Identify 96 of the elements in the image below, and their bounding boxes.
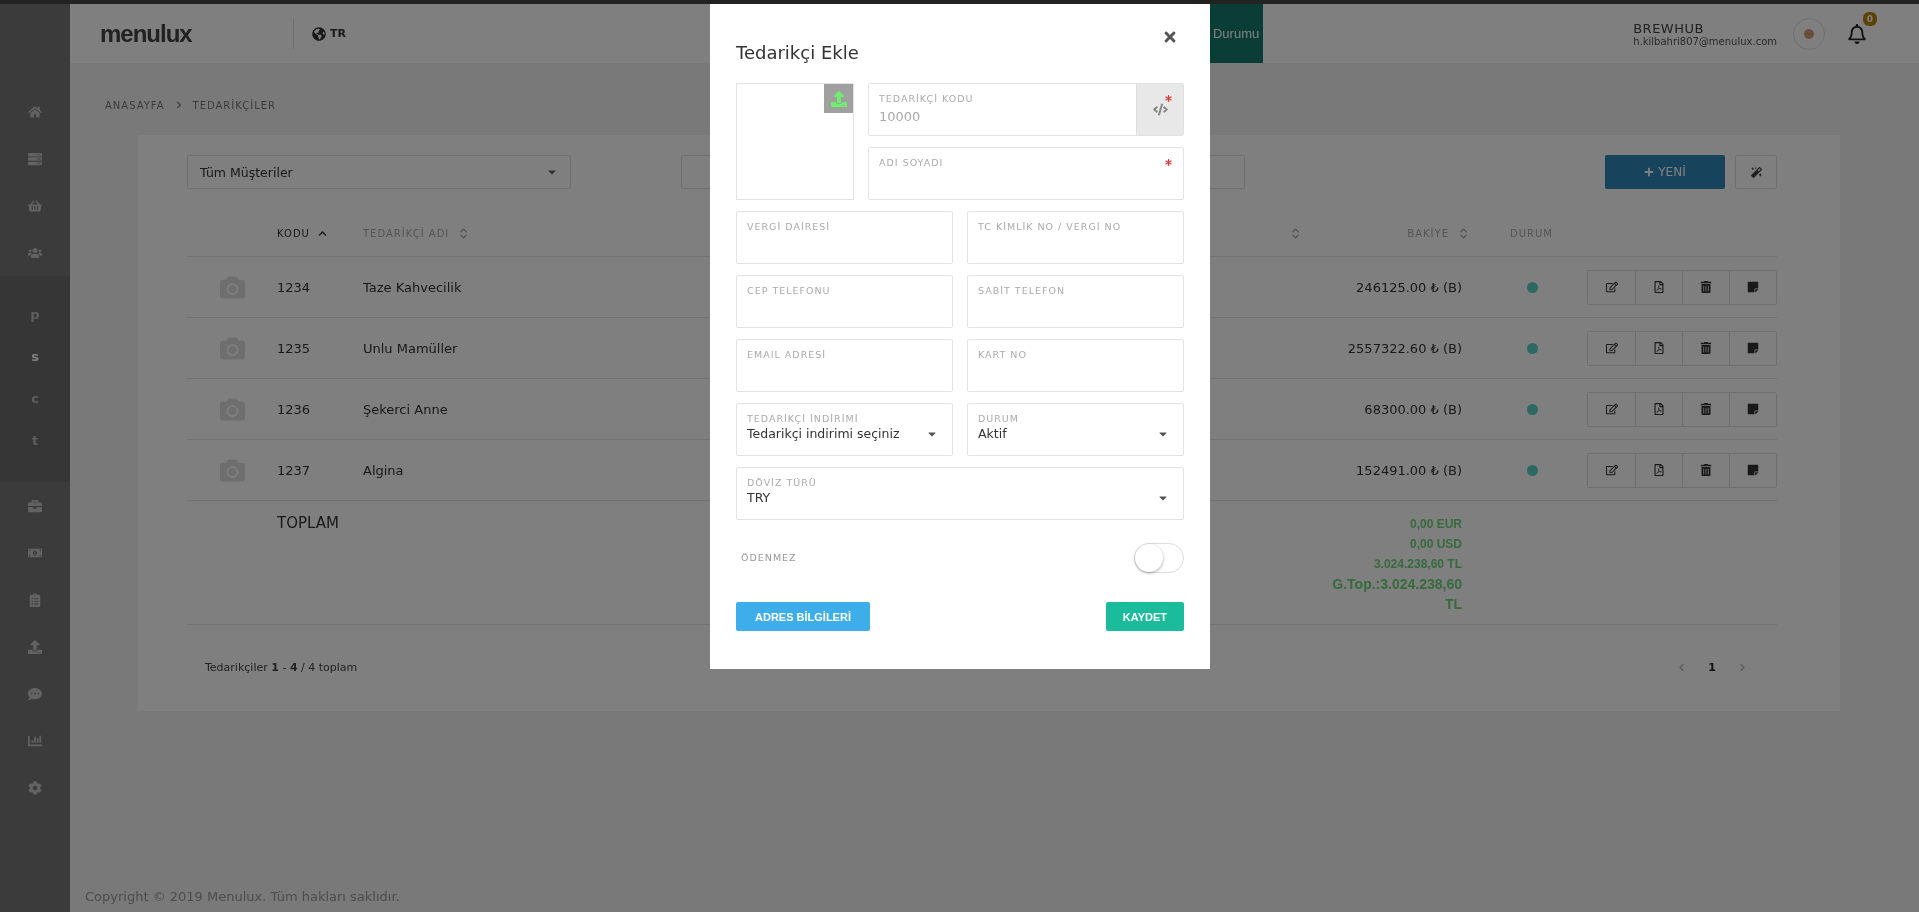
table-cell: Unlu Mamüller (363, 340, 458, 356)
page-number[interactable]: 1 (1708, 660, 1716, 674)
modal-title: Tedarikçi Ekle (736, 42, 859, 63)
generate-code-button[interactable] (1136, 84, 1183, 135)
breadcrumb-link[interactable]: ANASAYFA (105, 99, 165, 111)
field-label: CEP TELEFONU (747, 285, 831, 296)
field-label: SABİT TELEFON (978, 285, 1065, 296)
edit-icon (1605, 464, 1618, 476)
plus-icon (1644, 167, 1655, 177)
table-cell-text: 152491.00 ₺ (B) (1356, 462, 1463, 478)
edit-icon (1605, 342, 1618, 354)
field-label: DURUM (978, 413, 1020, 424)
new-button[interactable]: YENİ (1605, 155, 1725, 189)
asterisk-icon (1165, 159, 1172, 166)
edit-icon (1605, 281, 1618, 293)
table-cell-text: 246125.00 ₺ (B) (1356, 279, 1463, 295)
user-name: BREWHUB (1633, 20, 1705, 36)
input-field[interactable]: EMAIL ADRESİ (736, 339, 953, 392)
close-icon (1162, 29, 1178, 45)
trash-icon (1700, 342, 1712, 354)
asterisk-icon (1165, 95, 1172, 102)
column-header[interactable]: KODU (277, 227, 310, 239)
upload-icon (830, 90, 847, 107)
user-email: h.kilbahri807@menulux.com (1633, 35, 1777, 47)
note-button[interactable] (1729, 270, 1776, 304)
field-label: TEDARİKÇİ İNDİRİMİ (747, 413, 859, 424)
table-cell: Taze Kahvecilik (363, 279, 462, 295)
note-icon (1747, 342, 1759, 354)
sort-up-icon[interactable] (317, 228, 327, 238)
total-label: TOPLAM (277, 514, 340, 532)
notification-badge: 0 (1862, 11, 1877, 26)
pdf-file-icon (1653, 464, 1665, 476)
input-field[interactable]: 10000 (879, 109, 1126, 124)
sidebar-item[interactable]: s (0, 335, 70, 377)
table-cell: 1234 (277, 279, 311, 295)
pdf-file-icon (1653, 403, 1665, 415)
bell-icon[interactable] (1847, 23, 1867, 44)
field-label: ADI SOYADI (879, 157, 944, 168)
next-page-icon[interactable] (1738, 662, 1747, 672)
previous-page-icon[interactable] (1677, 662, 1687, 672)
grand-total: G.Top.:3.024.238,60 TL (1331, 575, 1462, 614)
total-amount: 0,00 USD (1409, 536, 1462, 553)
chevron-right-icon (174, 101, 183, 109)
input-field[interactable]: TC KİMLİK NO / VERGİ NO (967, 211, 1184, 264)
note-icon (1747, 281, 1759, 293)
table-cell: Algina (363, 462, 404, 478)
table-cell: 1236 (277, 401, 311, 417)
input-field[interactable]: SABİT TELEFON (967, 275, 1184, 328)
pdf-file-icon (1653, 342, 1665, 354)
note-button[interactable] (1729, 453, 1776, 487)
note-icon (1747, 464, 1759, 476)
input-field[interactable]: VERGİ DAİRESİ (736, 211, 953, 264)
field-label: VERGİ DAİRESİ (747, 221, 831, 232)
breadcrumb-current: TEDARİKÇİLER (192, 99, 277, 111)
toggle-label: ÖDENMEZ (741, 552, 797, 563)
logo[interactable]: menulux (100, 19, 293, 48)
globe-icon[interactable] (312, 26, 326, 41)
sort-icon[interactable] (1457, 226, 1470, 240)
field-label: EMAIL ADRESİ (747, 349, 827, 360)
select-field[interactable]: DÖVİZ TÜRÜ TRY (736, 467, 1184, 520)
code-icon (1152, 102, 1168, 117)
wand-button[interactable] (1735, 155, 1777, 189)
field-label: TC KİMLİK NO / VERGİ NO (978, 221, 1122, 232)
pdf-file-icon (1653, 281, 1665, 293)
input-field[interactable]: ADI SOYADI (868, 147, 1184, 200)
select-field[interactable]: TEDARİKÇİ İNDİRİMİ Tedarikçi indirimi seçiniz (736, 403, 953, 456)
input-field[interactable]: CEP TELEFONU (736, 275, 953, 328)
pagination-summary: Tedarikçiler 1 - 4 / 4 toplam (205, 660, 358, 674)
trash-icon (1700, 464, 1712, 476)
table-cell-text: 68300.00 ₺ (B) (1364, 401, 1463, 417)
save-button[interactable]: KAYDET (1105, 602, 1184, 631)
note-button[interactable] (1729, 331, 1776, 365)
trash-icon (1700, 403, 1712, 415)
address-button[interactable]: ADRES BİLGİLERİ (736, 602, 870, 631)
toggle-switch[interactable] (1134, 542, 1184, 573)
table-cell: 1237 (277, 462, 311, 478)
total-amount: 3.024.238,60 TL (1373, 556, 1462, 573)
sort-icon[interactable] (1289, 226, 1302, 240)
field-label: TEDARİKÇİ KODU (879, 93, 974, 104)
field-label: KART NO (978, 349, 1027, 360)
note-icon (1747, 403, 1759, 415)
input-field[interactable]: KART NO (967, 339, 1184, 392)
close-button[interactable] (1162, 29, 1178, 45)
total-amount: 0,00 EUR (1409, 516, 1462, 533)
table-cell: 1235 (277, 340, 311, 356)
select-field[interactable]: DURUM Aktif (967, 403, 1184, 456)
table-cell-text: 2557322.60 ₺ (B) (1347, 340, 1463, 356)
edit-icon (1605, 403, 1618, 415)
upload-button[interactable] (824, 84, 853, 113)
table-cell: Şekerci Anne (363, 401, 448, 417)
note-button[interactable] (1729, 392, 1776, 426)
language-label[interactable]: TR (330, 27, 346, 40)
trash-icon (1700, 281, 1712, 293)
wand-icon (1750, 166, 1762, 178)
filter-select[interactable]: Tüm Müşteriler (187, 155, 571, 189)
field-label: DÖVİZ TÜRÜ (747, 477, 817, 488)
